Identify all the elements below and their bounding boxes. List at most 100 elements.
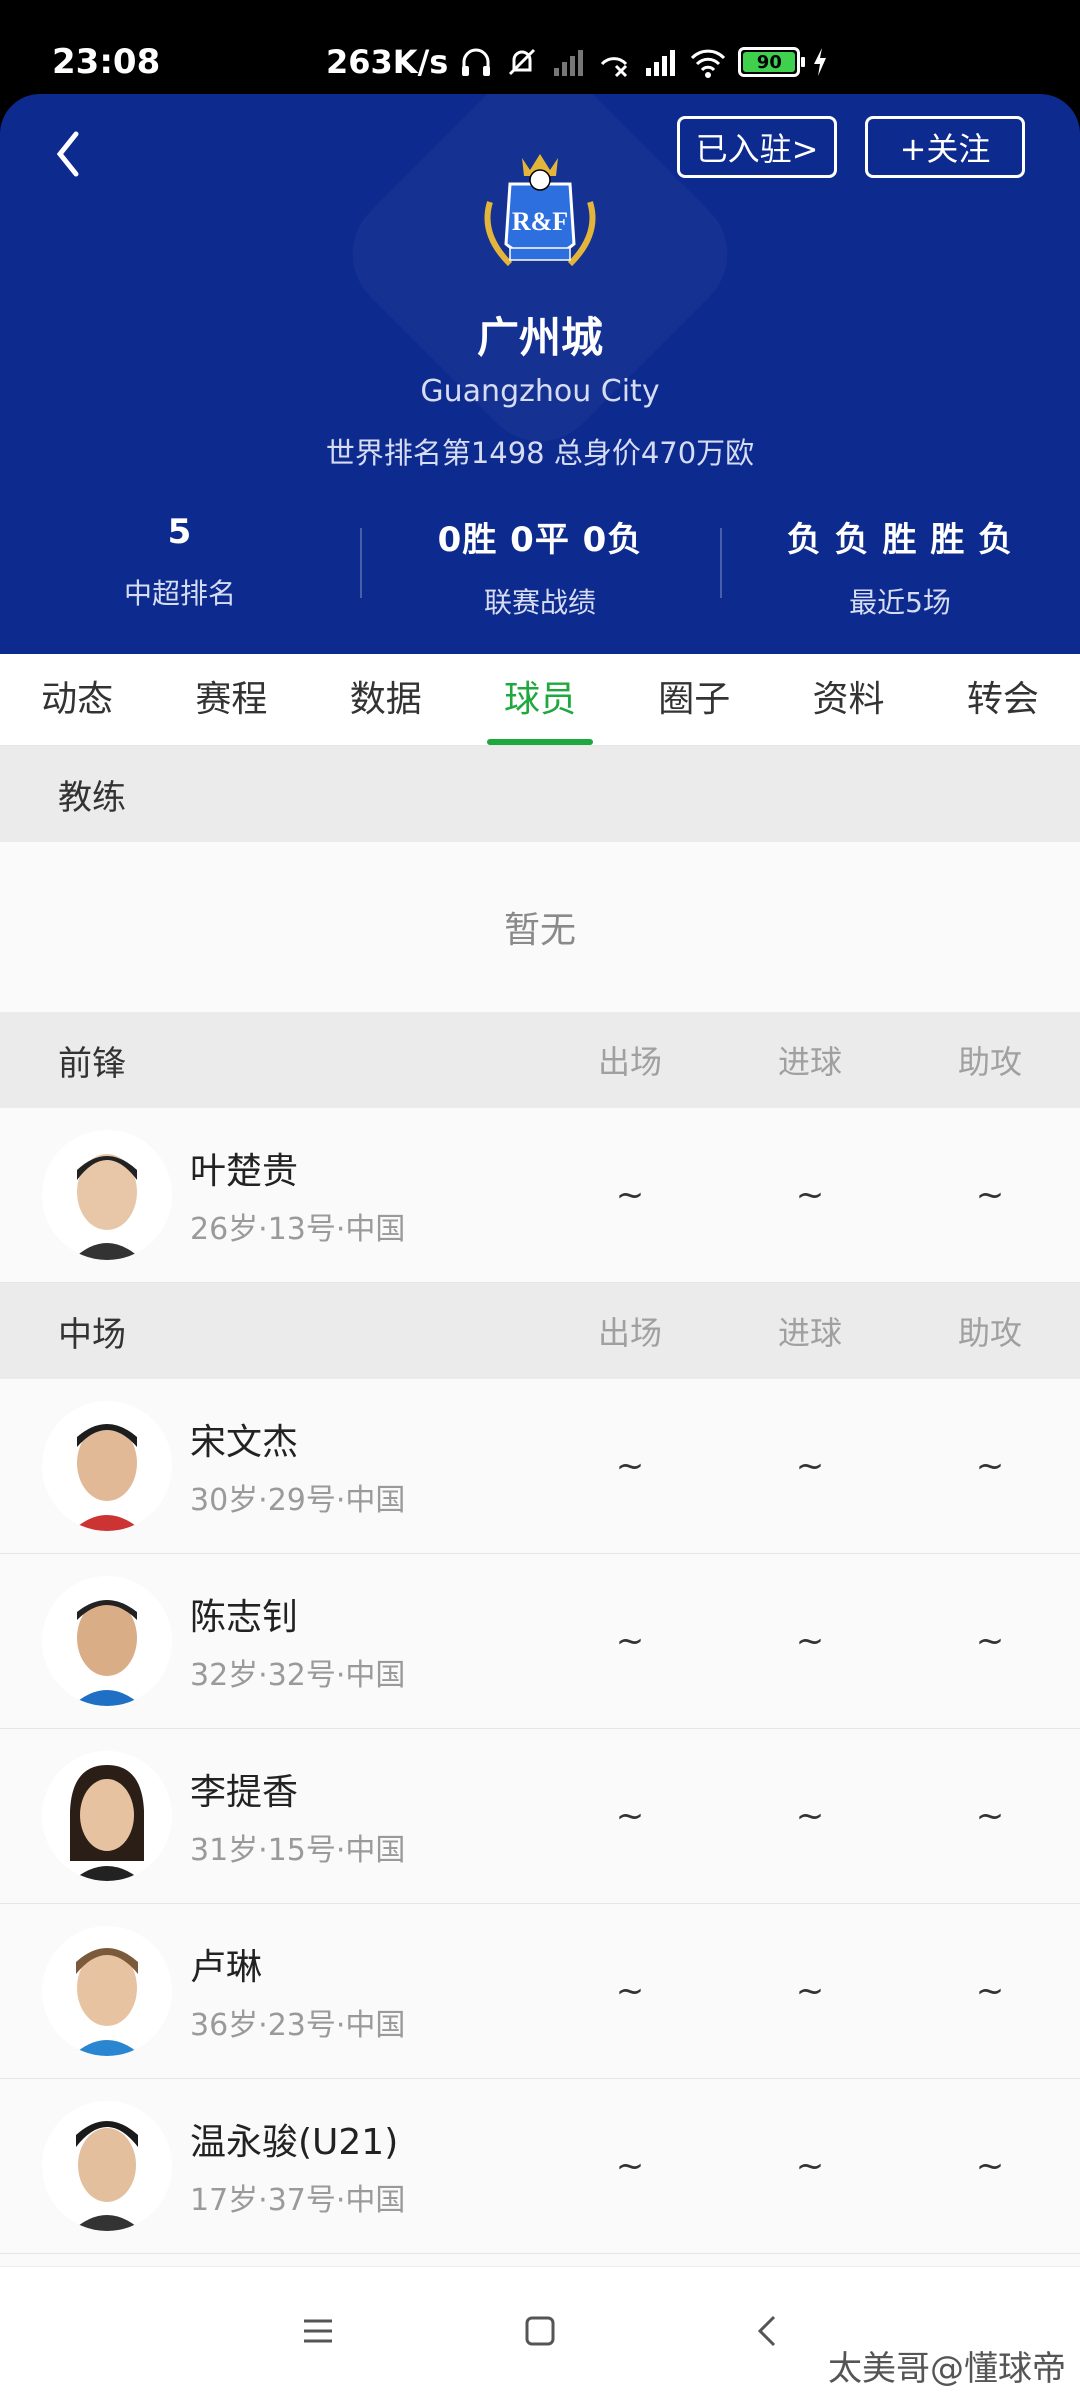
signal-icon (554, 50, 584, 76)
avatar (42, 1751, 172, 1881)
section-title: 教练 (58, 777, 126, 818)
logo-text: R&F (512, 207, 568, 236)
player-row[interactable]: 叶楚贵 26岁·13号·中国 ~ ~ ~ (0, 1108, 1080, 1283)
player-row[interactable]: 李提香 31岁·15号·中国 ~ ~ ~ (0, 1729, 1080, 1904)
stat-label: 中超排名 (123, 577, 236, 610)
avatar (42, 2101, 172, 2231)
player-meta: 30岁·29号·中国 (190, 1483, 406, 1518)
team-name: 广州城 (476, 313, 603, 362)
player-row[interactable]: 宋文杰 30岁·29号·中国 ~ ~ ~ (0, 1379, 1080, 1554)
battery-icon: 90 (738, 47, 806, 77)
player-apps: ~ (615, 1796, 645, 1836)
tab-info[interactable]: 资料 (771, 654, 925, 745)
team-logo: R&F (484, 154, 596, 267)
network-speed: 263K/s (326, 43, 449, 81)
player-goals: ~ (795, 1971, 825, 2011)
stat-league-record: 0胜 0平 0负 联赛战绩 (360, 504, 720, 624)
player-meta: 32岁·32号·中国 (190, 1658, 406, 1693)
col-apps: 出场 (597, 1043, 662, 1081)
section-title: 前锋 (58, 1043, 126, 1084)
tab-data[interactable]: 数据 (309, 654, 463, 745)
menu-icon[interactable] (300, 2313, 336, 2349)
player-assists: ~ (975, 1175, 1005, 1215)
col-assists: 助攻 (957, 1043, 1022, 1081)
player-apps: ~ (615, 1175, 645, 1215)
back-button[interactable] (48, 124, 88, 184)
col-apps: 出场 (597, 1314, 662, 1352)
player-name: 叶楚贵 (190, 1151, 299, 1192)
player-goals: ~ (795, 1175, 825, 1215)
player-meta: 31岁·15号·中国 (190, 1833, 406, 1868)
player-apps: ~ (615, 1971, 645, 2011)
mute-bell-icon (509, 48, 536, 76)
coach-empty-text: 暂无 (0, 842, 1080, 1012)
player-meta: 17岁·37号·中国 (190, 2183, 406, 2218)
status-icons: 263K/s 90 (326, 40, 830, 84)
avatar (42, 1576, 172, 1706)
player-meta: 36岁·23号·中国 (190, 2008, 406, 2043)
player-name: 李提香 (190, 1772, 299, 1813)
battery-level: 90 (743, 52, 796, 73)
section-coach-header: 教练 (0, 746, 1080, 842)
player-apps: ~ (615, 1446, 645, 1486)
player-name: 卢琳 (190, 1947, 263, 1988)
player-meta: 26岁·13号·中国 (190, 1212, 406, 1247)
wifi-icon (691, 49, 726, 78)
watermark: 太美哥@懂球帝 (828, 2349, 1066, 2389)
player-name: 陈志钊 (190, 1597, 299, 1638)
tab-players[interactable]: 球员 (463, 654, 617, 745)
team-stats: 5 中超排名 0胜 0平 0负 联赛战绩 负 负 胜 胜 负 最近5场 (0, 504, 1080, 624)
team-name-en: Guangzhou City (420, 374, 660, 409)
player-row[interactable]: 陈志钊 32岁·32号·中国 ~ ~ ~ (0, 1554, 1080, 1729)
stat-label: 最近5场 (849, 586, 951, 619)
call-off-icon (601, 57, 628, 78)
follow-button[interactable]: +关注 (865, 116, 1025, 178)
section-title: 中场 (58, 1314, 126, 1355)
player-goals: ~ (795, 1621, 825, 1661)
home-icon[interactable] (522, 2313, 558, 2349)
col-goals: 进球 (777, 1043, 842, 1081)
team-meta: 世界排名第1498 总身价470万欧 (325, 436, 755, 470)
player-row[interactable]: 卢琳 36岁·23号·中国 ~ ~ ~ (0, 1904, 1080, 2079)
player-assists: ~ (975, 1796, 1005, 1836)
player-apps: ~ (615, 1621, 645, 1661)
player-assists: ~ (975, 1446, 1005, 1486)
col-assists: 助攻 (957, 1314, 1022, 1352)
player-assists: ~ (975, 2146, 1005, 2186)
stat-value: 0胜 0平 0负 (437, 520, 643, 560)
player-goals: ~ (795, 1446, 825, 1486)
stat-value: 负 负 胜 胜 负 (786, 520, 1014, 560)
system-nav-bar: 太美哥@懂球帝 (0, 2266, 1080, 2400)
player-assists: ~ (975, 1971, 1005, 2011)
section-forward-header: 前锋 出场 进球 助攻 (0, 1012, 1080, 1108)
players-list[interactable]: 教练 暂无 前锋 出场 进球 助攻 叶楚贵 26岁·13号·中国 ~ ~ ~ 中… (0, 746, 1080, 2266)
player-goals: ~ (795, 1796, 825, 1836)
avatar (42, 1130, 172, 1260)
status-time: 23:08 (52, 42, 161, 82)
avatar (42, 1401, 172, 1531)
player-row[interactable]: 温永骏(U21) 17岁·37号·中国 ~ ~ ~ (0, 2079, 1080, 2254)
tab-transfers[interactable]: 转会 (926, 654, 1080, 745)
stat-label: 联赛战绩 (483, 586, 596, 619)
player-name: 宋文杰 (190, 1422, 299, 1463)
player-name: 温永骏(U21) (190, 2122, 399, 2163)
stat-league-rank: 5 中超排名 (0, 504, 360, 624)
tab-bar: 动态 赛程 数据 球员 圈子 资料 转会 (0, 654, 1080, 746)
joined-button[interactable]: 已入驻> (677, 116, 837, 178)
player-apps: ~ (615, 2146, 645, 2186)
tab-schedule[interactable]: 赛程 (154, 654, 308, 745)
col-goals: 进球 (777, 1314, 842, 1352)
charging-icon (814, 48, 827, 76)
player-goals: ~ (795, 2146, 825, 2186)
signal-icon-2 (646, 50, 676, 76)
chevron-left-icon (56, 131, 79, 177)
tab-news[interactable]: 动态 (0, 654, 154, 745)
stat-recent-form: 负 负 胜 胜 负 最近5场 (720, 504, 1080, 624)
stat-value: 5 (167, 512, 193, 552)
avatar (42, 1926, 172, 2056)
headphones-icon (462, 48, 491, 76)
back-nav-icon[interactable] (750, 2313, 786, 2349)
section-midfield-header: 中场 出场 进球 助攻 (0, 1283, 1080, 1379)
player-assists: ~ (975, 1621, 1005, 1661)
tab-community[interactable]: 圈子 (617, 654, 771, 745)
